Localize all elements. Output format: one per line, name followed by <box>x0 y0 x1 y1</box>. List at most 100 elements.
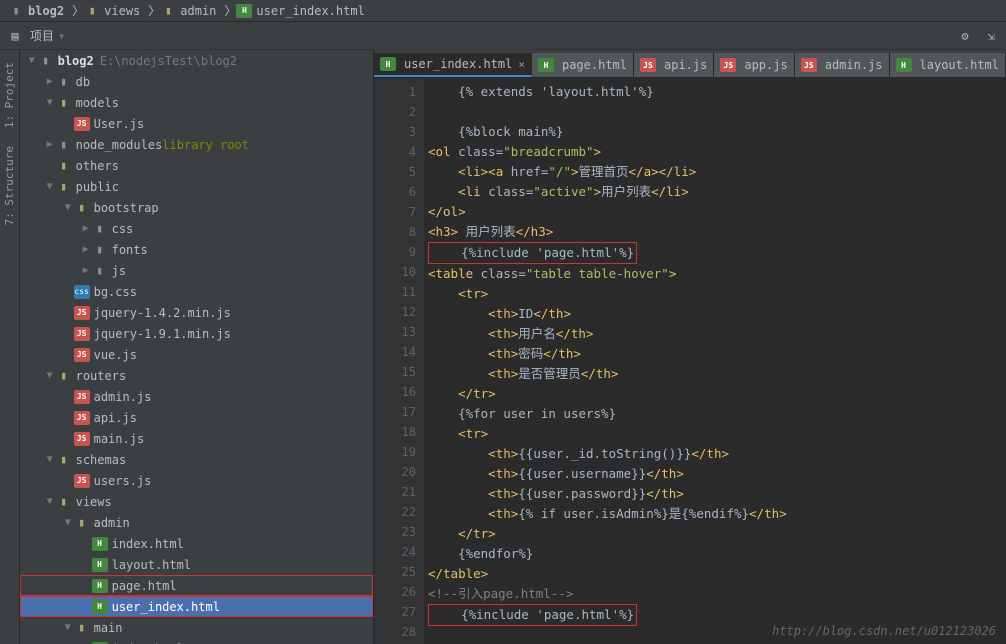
editor-tab[interactable]: Hpage.html <box>532 53 634 77</box>
tree-row[interactable]: Hindex.html <box>20 638 373 644</box>
html-icon: H <box>92 600 108 614</box>
twisty-icon[interactable]: ▼ <box>44 181 56 192</box>
code-line: <th>{{user._id.toString()}}</th> <box>428 444 1006 464</box>
tree-row[interactable]: JSvue.js <box>20 344 373 365</box>
breadcrumb-item[interactable]: 〉▮admin <box>146 2 222 19</box>
close-icon[interactable]: × <box>518 58 525 71</box>
tree-row[interactable]: JSUser.js <box>20 113 373 134</box>
folder-icon: ▮ <box>56 495 72 509</box>
project-tree[interactable]: ▼ ▮ blog2 E:\nodejsTest\blog2 ▶▮db▼▮mode… <box>20 50 374 644</box>
twisty-icon[interactable]: ▼ <box>62 517 74 528</box>
tree-row[interactable]: ▼▮admin <box>20 512 373 533</box>
code-line: <li><a href="/">管理首页</a></li> <box>428 162 1006 182</box>
tree-row[interactable]: ▼▮main <box>20 617 373 638</box>
html-icon: H <box>538 58 554 72</box>
gear-icon[interactable]: ⚙ <box>954 25 976 47</box>
code-line: <th>是否管理员</th> <box>428 364 1006 384</box>
line-number: 1 <box>374 82 416 102</box>
tree-root[interactable]: ▼ ▮ blog2 E:\nodejsTest\blog2 <box>20 50 373 71</box>
editor-tab[interactable]: JSapi.js <box>634 53 714 77</box>
dropdown-icon[interactable]: ▾ <box>58 29 65 43</box>
side-tab-project[interactable]: 1: Project <box>1 58 18 132</box>
js-icon: JS <box>720 58 736 72</box>
code-line: {%endfor%} <box>428 544 1006 564</box>
js-icon: JS <box>74 306 90 320</box>
html-icon: H <box>896 58 912 72</box>
twisty-icon[interactable]: ▶ <box>44 139 56 150</box>
tree-label: page.html <box>112 579 177 593</box>
folder-icon: ▮ <box>56 138 72 152</box>
code-line: <th>{% if user.isAdmin%}是{%endif%}</th> <box>428 504 1006 524</box>
tab-label: api.js <box>664 58 707 72</box>
twisty-icon[interactable]: ▶ <box>80 265 92 276</box>
tree-label: admin.js <box>94 390 152 404</box>
editor-tab[interactable]: Hlayout.html <box>890 53 1006 77</box>
tree-label: fonts <box>112 243 148 257</box>
tree-row[interactable]: ▶▮fonts <box>20 239 373 260</box>
tree-label: index.html <box>112 537 184 551</box>
twisty-icon[interactable]: ▼ <box>44 97 56 108</box>
code-line: <tr> <box>428 424 1006 444</box>
line-number: 17 <box>374 402 416 422</box>
tree-label: others <box>76 159 119 173</box>
tree-row[interactable]: ▼▮bootstrap <box>20 197 373 218</box>
line-number: 8 <box>374 222 416 242</box>
tree-row[interactable]: JSjquery-1.4.2.min.js <box>20 302 373 323</box>
editor-tab[interactable]: JSapp.js <box>714 53 794 77</box>
tree-row[interactable]: ▮others <box>20 155 373 176</box>
line-number: 19 <box>374 442 416 462</box>
twisty-icon[interactable]: ▶ <box>80 223 92 234</box>
css-icon: css <box>74 285 90 299</box>
tree-row[interactable]: ▼▮models <box>20 92 373 113</box>
tree-row[interactable]: ▼▮schemas <box>20 449 373 470</box>
js-icon: JS <box>801 58 817 72</box>
tree-label: user_index.html <box>112 600 220 614</box>
tree-row[interactable]: JSusers.js <box>20 470 373 491</box>
twisty-icon[interactable]: ▶ <box>44 76 56 87</box>
code-line: {%include 'page.html'%} <box>428 242 1006 264</box>
line-number: 16 <box>374 382 416 402</box>
tree-row[interactable]: JSmain.js <box>20 428 373 449</box>
js-icon: JS <box>74 390 90 404</box>
tree-row[interactable]: ▼▮routers <box>20 365 373 386</box>
tree-row[interactable]: JSjquery-1.9.1.min.js <box>20 323 373 344</box>
tree-row[interactable]: Hlayout.html <box>20 554 373 575</box>
twisty-icon[interactable]: ▼ <box>44 496 56 507</box>
twisty-icon[interactable]: ▼ <box>62 622 74 633</box>
tree-row[interactable]: ▶▮js <box>20 260 373 281</box>
twisty-icon[interactable]: ▼ <box>44 454 56 465</box>
tree-extra: library root <box>162 138 249 152</box>
breadcrumb-item[interactable]: 〉Huser_index.html <box>222 2 370 19</box>
project-toolbar: ▤ 项目 ▾ ⚙ ⇲ <box>0 22 1006 50</box>
collapse-icon[interactable]: ⇲ <box>980 25 1002 47</box>
tree-row[interactable]: ▼▮ views <box>20 491 373 512</box>
tree-label: views <box>76 495 112 509</box>
editor-tab[interactable]: JSadmin.js <box>795 53 890 77</box>
tree-row[interactable]: ▶▮node_modules library root <box>20 134 373 155</box>
tree-row[interactable]: JSapi.js <box>20 407 373 428</box>
tree-row[interactable]: Huser_index.html <box>20 596 373 617</box>
twisty-icon[interactable]: ▼ <box>62 202 74 213</box>
breadcrumb-item[interactable]: ▮blog2 <box>6 4 70 18</box>
tree-row[interactable]: JS admin.js <box>20 386 373 407</box>
tree-row[interactable]: Hpage.html <box>20 575 373 596</box>
tree-row[interactable]: ▼▮public <box>20 176 373 197</box>
editor-tab[interactable]: Huser_index.html× <box>374 53 532 77</box>
project-tool-icon[interactable]: ▤ <box>4 25 26 47</box>
twisty-icon[interactable]: ▼ <box>26 55 38 66</box>
tree-row[interactable]: cssbg.css <box>20 281 373 302</box>
side-tab-structure[interactable]: 7: Structure <box>1 142 18 229</box>
twisty-icon[interactable]: ▶ <box>80 244 92 255</box>
js-icon: JS <box>74 432 90 446</box>
twisty-icon[interactable]: ▼ <box>44 370 56 381</box>
tree-row[interactable]: ▶▮css <box>20 218 373 239</box>
line-number: 10 <box>374 262 416 282</box>
folder-icon: ▮ <box>56 96 72 110</box>
watermark: http://blog.csdn.net/u012123026 <box>772 624 996 638</box>
code-area[interactable]: {% extends 'layout.html'%} {%block main%… <box>424 78 1006 644</box>
line-number: 6 <box>374 182 416 202</box>
tree-row[interactable]: Hindex.html <box>20 533 373 554</box>
breadcrumb-item[interactable]: 〉▮views <box>70 2 146 19</box>
tree-row[interactable]: ▶▮db <box>20 71 373 92</box>
line-number: 21 <box>374 482 416 502</box>
